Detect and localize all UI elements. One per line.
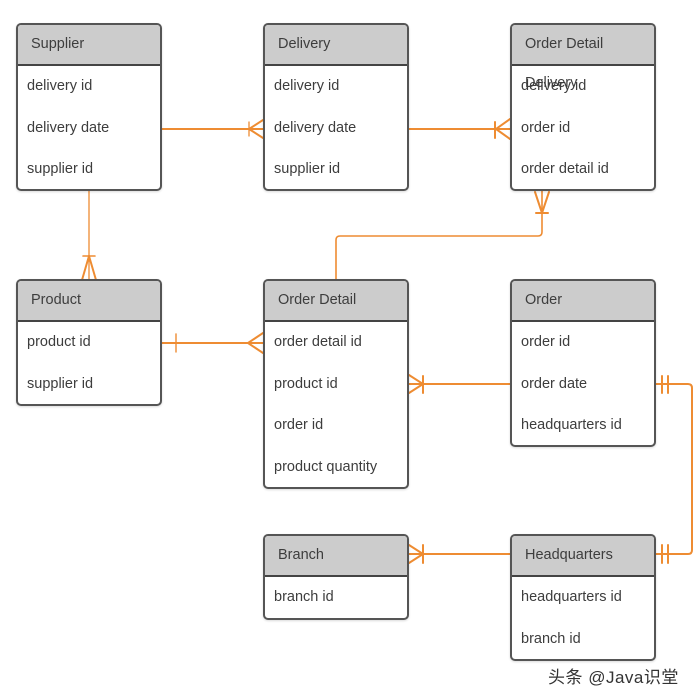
entity-delivery[interactable]: Delivery delivery id delivery date suppl… — [263, 23, 409, 191]
entity-field: order id — [521, 334, 571, 350]
entity-field: order detail id — [521, 161, 609, 177]
link-headquarters-branch — [408, 544, 511, 564]
entity-field: supplier id — [27, 161, 94, 177]
entity-title: Order Detail Delivery — [512, 25, 654, 91]
entity-field: order detail id — [274, 334, 362, 350]
link-order-detail-order-detail-delivery — [335, 190, 550, 281]
entity-field: branch id — [274, 589, 334, 605]
watermark: 头条 @Java识堂 — [548, 668, 679, 687]
entity-title: Order — [512, 281, 654, 322]
link-product-order-detail — [160, 332, 264, 354]
entity-order-detail[interactable]: Order Detail order detail id product id … — [263, 279, 409, 489]
entity-field: order id — [521, 119, 571, 136]
entity-title: Headquarters — [512, 536, 654, 577]
entity-field: headquarters id — [521, 589, 622, 605]
entity-title: Branch — [265, 536, 407, 577]
entity-field: order date — [521, 375, 588, 392]
link-order-headquarters — [655, 375, 693, 564]
entity-field: delivery date — [274, 119, 357, 136]
entity-field: supplier id — [27, 375, 94, 392]
entity-branch[interactable]: Branch branch id — [263, 534, 409, 620]
entity-field: supplier id — [274, 161, 341, 177]
entity-field: delivery id — [274, 78, 340, 94]
entity-order-detail-delivery[interactable]: Order Detail Delivery delivery id order … — [510, 23, 656, 191]
entity-title: Supplier — [18, 25, 160, 66]
entity-title: Product — [18, 281, 160, 322]
link-supplier-delivery — [160, 119, 264, 139]
entity-field: delivery id — [27, 78, 93, 94]
link-delivery-order-detail-delivery — [408, 118, 511, 140]
link-supplier-product — [81, 190, 97, 281]
entity-field: product quantity — [274, 458, 378, 475]
entity-supplier[interactable]: Supplier delivery id delivery date suppl… — [16, 23, 162, 191]
entity-field: branch id — [521, 630, 581, 647]
entity-product[interactable]: Product product id supplier id — [16, 279, 162, 406]
entity-order[interactable]: Order order id order date headquarters i… — [510, 279, 656, 447]
entity-title: Order Detail — [265, 281, 407, 322]
entity-field: order id — [274, 417, 324, 433]
entity-field: delivery id — [521, 78, 587, 94]
er-diagram: Supplier delivery id delivery date suppl… — [0, 0, 700, 700]
entity-field: delivery date — [27, 119, 110, 136]
link-order-order-detail — [408, 374, 511, 394]
entity-field: product id — [274, 375, 338, 392]
entity-field: headquarters id — [521, 417, 622, 433]
entity-title: Delivery — [265, 25, 407, 66]
entity-field: product id — [27, 334, 91, 350]
entity-headquarters[interactable]: Headquarters headquarters id branch id — [510, 534, 656, 661]
